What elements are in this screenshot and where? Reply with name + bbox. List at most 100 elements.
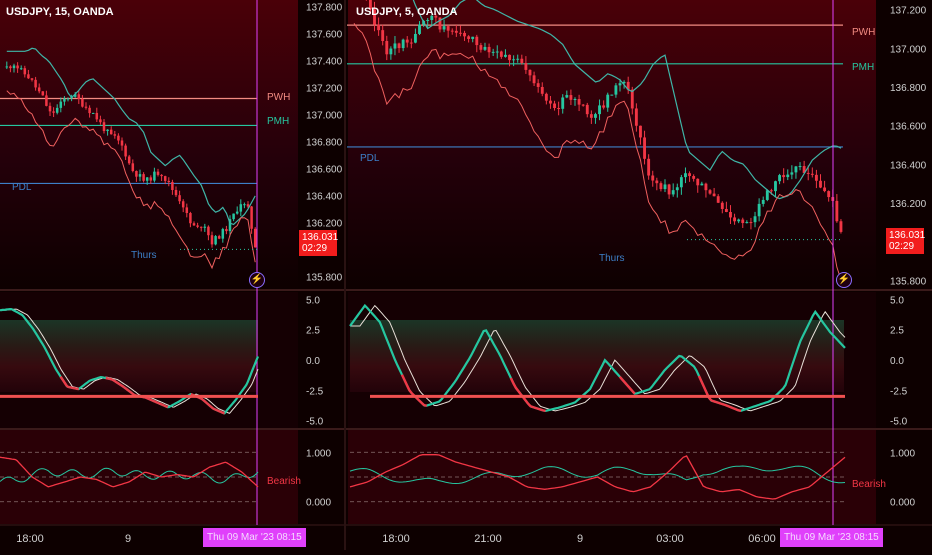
left-candle-body bbox=[24, 68, 27, 74]
right-osc-bear-segment bbox=[726, 405, 728, 406]
right-alert-bolt-icon[interactable]: ⚡ bbox=[836, 272, 852, 288]
left-candle-body bbox=[13, 66, 16, 69]
left-ytick-1: 137.600 bbox=[306, 30, 343, 41]
chart-stage: 137.800137.600137.400137.200137.000136.8… bbox=[0, 0, 932, 550]
right-osc-ytick-2: 0.0 bbox=[890, 356, 904, 367]
left-pdl-label: PDL bbox=[12, 182, 31, 193]
left-ytick-7: 136.400 bbox=[306, 192, 343, 203]
right-candle-body bbox=[549, 101, 552, 104]
right-candle-body bbox=[582, 105, 585, 106]
right-candle-body bbox=[840, 221, 843, 232]
left-candle-body bbox=[132, 163, 135, 171]
left-osc-bear-segment bbox=[215, 410, 216, 411]
left-candle-body bbox=[189, 213, 192, 223]
left-candle-body bbox=[196, 225, 199, 226]
right-osc-bear-segment bbox=[538, 409, 540, 410]
right-osc-bear-segment bbox=[714, 401, 716, 402]
left-osc-bear-segment bbox=[163, 405, 164, 406]
left-osc-bear-segment bbox=[67, 386, 68, 387]
left-candle-body bbox=[146, 177, 149, 180]
left-osc-bear-segment bbox=[130, 392, 131, 393]
right-candle-body bbox=[377, 25, 380, 31]
left-countdown: 02:29 bbox=[302, 243, 334, 254]
right-candle-body bbox=[565, 95, 568, 97]
left-candle-body bbox=[182, 201, 185, 207]
left-candle-body bbox=[243, 204, 246, 205]
right-bias-ytick-0: 1.000 bbox=[890, 448, 915, 459]
right-thurs-label: Thurs bbox=[599, 253, 625, 264]
left-candle-body bbox=[52, 111, 55, 112]
left-last-price-badge: 136.031 02:29 bbox=[299, 230, 337, 256]
right-xtick-0: 18:00 bbox=[382, 533, 410, 545]
right-candle-body bbox=[520, 59, 523, 63]
left-osc-bear-segment bbox=[121, 385, 122, 386]
right-candle-body bbox=[782, 175, 785, 177]
right-pmh-label: PMH bbox=[852, 62, 874, 73]
right-osc-bear-segment bbox=[729, 406, 731, 407]
left-bias-status: Bearish bbox=[267, 476, 301, 487]
right-last-price: 136.031 bbox=[889, 230, 921, 241]
right-ytick-1: 137.000 bbox=[890, 44, 927, 55]
left-candle-body bbox=[106, 130, 109, 131]
right-candle-body bbox=[643, 137, 646, 158]
right-osc-bear-segment bbox=[724, 405, 726, 406]
right-candle-body bbox=[737, 220, 740, 222]
left-ytick-2: 137.400 bbox=[306, 57, 343, 68]
right-candle-body bbox=[614, 85, 617, 94]
left-candle-body bbox=[200, 227, 203, 228]
left-osc-bear-segment bbox=[218, 411, 219, 412]
left-candle-body bbox=[78, 94, 81, 99]
left-osc-ytick-4: -5.0 bbox=[306, 417, 324, 428]
right-osc-band bbox=[350, 320, 844, 392]
left-osc-bear-segment bbox=[166, 407, 167, 408]
right-candle-body bbox=[398, 43, 401, 48]
left-alert-bolt-icon[interactable]: ⚡ bbox=[249, 272, 265, 288]
left-candle-body bbox=[88, 108, 91, 113]
left-osc-bear-segment bbox=[63, 381, 64, 383]
left-pmh-label: PMH bbox=[267, 116, 289, 127]
right-candle-body bbox=[610, 95, 613, 96]
left-osc-bear-segment bbox=[160, 404, 161, 405]
right-candle-body bbox=[790, 172, 793, 174]
right-last-price-badge: 136.031 02:29 bbox=[886, 228, 924, 254]
right-osc-bear-segment bbox=[533, 407, 535, 408]
right-candle-body bbox=[578, 99, 581, 105]
left-osc-bear-segment bbox=[114, 380, 115, 381]
right-candle-body bbox=[524, 63, 527, 70]
left-osc-bear-segment bbox=[165, 406, 166, 407]
right-candle-body bbox=[569, 95, 572, 100]
left-osc-bear-segment bbox=[219, 411, 220, 412]
left-osc-bear-segment bbox=[209, 405, 210, 406]
left-pwh-label: PWH bbox=[267, 92, 290, 103]
right-candle-body bbox=[651, 176, 654, 181]
chart-canvas[interactable]: 137.800137.600137.400137.200137.000136.8… bbox=[0, 0, 932, 550]
right-osc-bear-segment bbox=[711, 401, 713, 402]
left-osc-bear-segment bbox=[129, 391, 130, 392]
right-candle-body bbox=[750, 222, 753, 223]
right-candle-body bbox=[721, 203, 724, 209]
left-xtick-0: 18:00 bbox=[16, 533, 44, 545]
left-osc-bear-segment bbox=[204, 401, 205, 402]
right-countdown: 02:29 bbox=[889, 241, 921, 252]
left-osc-bear-segment bbox=[119, 384, 120, 385]
left-candle-body bbox=[254, 229, 257, 248]
left-candle-body bbox=[63, 99, 66, 102]
right-ytick-3: 136.600 bbox=[890, 122, 927, 133]
left-osc-ytick-1: 2.5 bbox=[306, 326, 320, 337]
left-osc-bear-segment bbox=[161, 404, 162, 405]
right-candle-body bbox=[418, 24, 421, 33]
left-candle-body bbox=[164, 176, 167, 181]
right-candle-body bbox=[496, 52, 499, 53]
right-candle-body bbox=[545, 94, 548, 101]
left-candle-body bbox=[128, 156, 131, 163]
left-chart-title: USDJPY, 15, OANDA bbox=[6, 6, 114, 18]
right-candle-body bbox=[402, 40, 405, 48]
right-candle-body bbox=[504, 55, 507, 57]
left-osc-bear-segment bbox=[157, 403, 158, 404]
right-candle-body bbox=[484, 47, 487, 50]
right-candle-body bbox=[533, 75, 536, 83]
left-candle-body bbox=[214, 236, 217, 244]
right-candle-body bbox=[516, 59, 519, 60]
right-xtick-3: 03:00 bbox=[656, 533, 684, 545]
left-osc-bear-segment bbox=[212, 407, 213, 408]
